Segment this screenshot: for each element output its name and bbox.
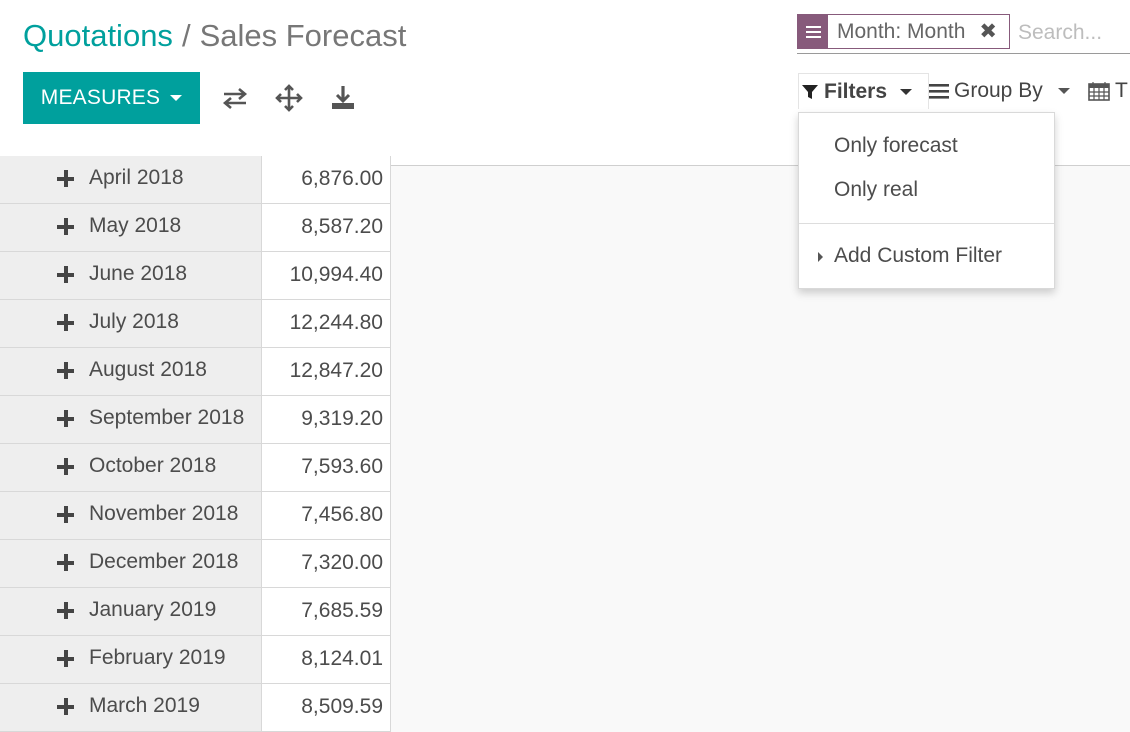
filter-only-forecast[interactable]: Only forecast [834,134,958,158]
groupby-facet-icon [798,15,828,48]
filter-only-real[interactable]: Only real [834,178,918,202]
groupby-label: Group By [954,79,1043,102]
measures-button[interactable]: MEASURES [23,72,200,124]
facet-label: Month: Month [837,20,966,43]
pivot-value-cell[interactable]: 12,244.80 [262,300,391,348]
pivot-row-label: January 2019 [89,598,217,621]
table-row: February 2019 8,124.01 [0,636,391,684]
pivot-row-header[interactable]: January 2019 [0,588,262,636]
pivot-row-label: June 2018 [89,262,188,285]
groupby-bars-icon [929,84,949,99]
expand-plus-icon [57,602,74,619]
favorites-label: T [1115,79,1128,102]
table-row: November 2018 7,456.80 [0,492,391,540]
table-row: May 2018 8,587.20 [0,204,391,252]
groupby-caret-icon [1057,88,1070,94]
pivot-row-label: November 2018 [89,502,239,525]
pivot-value-cell[interactable]: 10,994.40 [262,252,391,300]
table-row: October 2018 7,593.60 [0,444,391,492]
table-row: September 2018 9,319.20 [0,396,391,444]
expand-plus-icon [57,698,74,715]
filters-button[interactable]: Filters [798,73,929,109]
filters-caret-icon [900,88,913,95]
pivot-value-cell[interactable]: 12,847.20 [262,348,391,396]
expand-plus-icon [57,362,74,379]
calendar-icon [1088,82,1110,101]
pivot-row-label: July 2018 [89,310,179,333]
search-input[interactable] [1016,16,1130,50]
pivot-value-cell[interactable]: 7,456.80 [262,492,391,540]
pivot-row-label: February 2019 [89,646,226,669]
breadcrumb-separator: / [181,18,191,53]
pivot-value-cell[interactable]: 9,319.20 [262,396,391,444]
pivot-row-label: May 2018 [89,214,182,237]
expand-all-icon[interactable] [275,84,303,112]
expand-plus-icon [57,266,74,283]
expand-plus-icon [57,314,74,331]
expand-plus-icon [57,218,74,235]
breadcrumb-quotations-link[interactable]: Quotations [23,18,173,53]
filters-dropdown: Only forecast Only real Add Custom Filte… [798,112,1055,289]
expand-plus-icon [57,458,74,475]
favorites-button[interactable]: T [1088,73,1128,109]
table-row: August 2018 12,847.20 [0,348,391,396]
pivot-value-cell[interactable]: 8,509.59 [262,684,391,732]
pivot-row-label: March 2019 [89,694,200,717]
pivot-row-header[interactable]: May 2018 [0,204,262,252]
table-row: December 2018 7,320.00 [0,540,391,588]
expand-plus-icon [57,410,74,427]
flip-axis-icon[interactable] [221,84,249,112]
pivot-row-label: October 2018 [89,454,217,477]
pivot-row-header[interactable]: March 2019 [0,684,262,732]
add-custom-filter[interactable]: Add Custom Filter [834,244,1002,268]
dropdown-divider [799,223,1054,224]
pivot-value-cell[interactable]: 7,593.60 [262,444,391,492]
table-row: June 2018 10,994.40 [0,252,391,300]
pivot-row-header[interactable]: December 2018 [0,540,262,588]
table-row: January 2019 7,685.59 [0,588,391,636]
pivot-row-header[interactable]: June 2018 [0,252,262,300]
search-view: Month: Month ✖ [797,13,1130,54]
pivot-row-header[interactable]: November 2018 [0,492,262,540]
breadcrumb-current: Sales Forecast [199,18,407,53]
download-icon[interactable] [329,84,357,112]
table-row: July 2018 12,244.80 [0,300,391,348]
pivot-row-header[interactable]: September 2018 [0,396,262,444]
expand-plus-icon [57,506,74,523]
expand-plus-icon [57,554,74,571]
pivot-value-cell[interactable]: 7,685.59 [262,588,391,636]
pivot-value-cell[interactable]: 6,876.00 [262,156,391,204]
pivot-row-label: December 2018 [89,550,239,573]
table-row: March 2019 8,509.59 [0,684,391,732]
expand-plus-icon [57,650,74,667]
pivot-row-label: August 2018 [89,358,207,381]
filters-label: Filters [824,79,888,103]
facet-remove-icon[interactable]: ✖ [965,15,997,48]
caret-right-icon [818,252,823,262]
expand-plus-icon [57,170,74,187]
filter-funnel-icon [802,84,818,99]
pivot-row-label: April 2018 [89,166,184,189]
pivot-value-cell[interactable]: 8,124.01 [262,636,391,684]
table-row: April 2018 6,876.00 [0,156,391,204]
pivot-row-header[interactable]: February 2019 [0,636,262,684]
caret-down-icon [170,95,183,101]
pivot-value-cell[interactable]: 8,587.20 [262,204,391,252]
pivot-row-header[interactable]: October 2018 [0,444,262,492]
groupby-button[interactable]: Group By [929,73,1070,109]
pivot-value-cell[interactable]: 7,320.00 [262,540,391,588]
search-facet: Month: Month ✖ [797,14,1010,49]
pivot-row-header[interactable]: August 2018 [0,348,262,396]
measures-button-label: MEASURES [40,86,161,109]
pivot-row-label: September 2018 [89,406,245,429]
breadcrumb: Quotations / Sales Forecast [23,17,406,55]
pivot-row-header[interactable]: July 2018 [0,300,262,348]
pivot-row-header[interactable]: April 2018 [0,156,262,204]
